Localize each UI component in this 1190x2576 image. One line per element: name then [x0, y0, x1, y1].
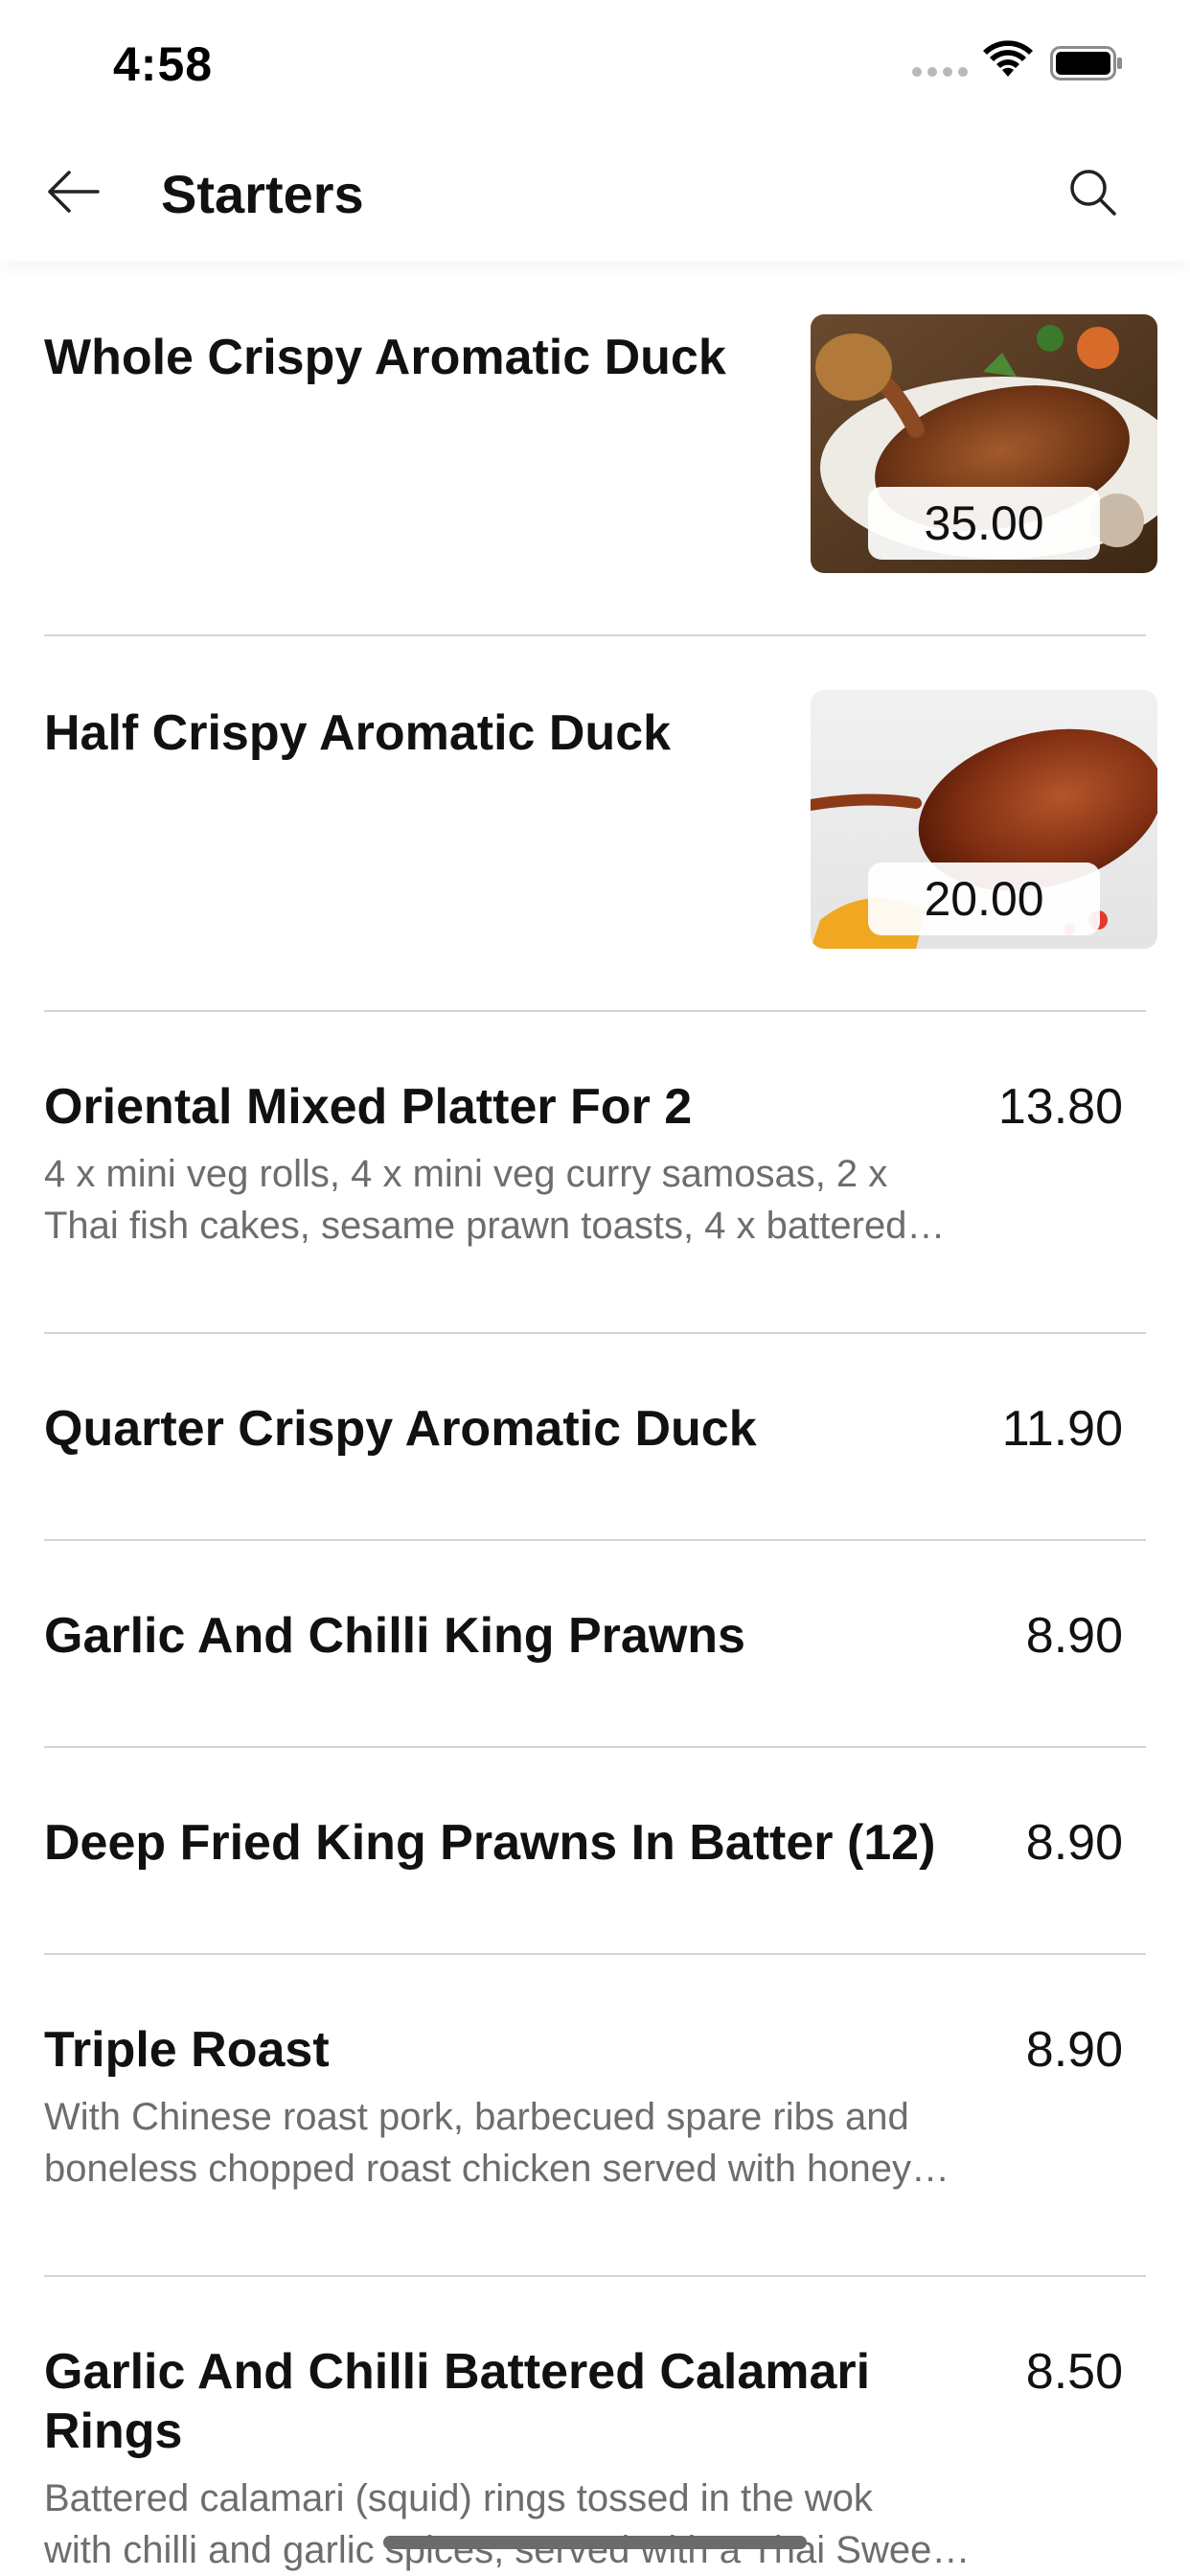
menu-item[interactable]: Garlic And Chilli King Prawns 8.90 — [44, 1541, 1146, 1748]
item-description: 4 x mini veg rolls, 4 x mini veg curry s… — [44, 1153, 946, 1247]
nav-bar: Starters — [0, 126, 1190, 261]
item-image: 35.00 — [811, 314, 1157, 573]
menu-list: Whole Crispy Aromatic Duck 35.00 Half Cr… — [0, 261, 1190, 2576]
item-price: 13.80 — [997, 1079, 1123, 1135]
item-name: Triple Roast — [44, 2022, 330, 2078]
item-price: 11.90 — [1001, 1401, 1123, 1457]
menu-item[interactable]: Whole Crispy Aromatic Duck 35.00 — [44, 261, 1157, 636]
price-badge: 20.00 — [868, 862, 1100, 935]
item-name: Garlic And Chilli Battered Calamari Ring… — [44, 2344, 871, 2459]
menu-item[interactable]: Garlic And Chilli Battered Calamari Ring… — [44, 2277, 1146, 2576]
item-description: With Chinese roast pork, barbecued spare… — [44, 2096, 950, 2190]
home-indicator[interactable] — [383, 2536, 807, 2549]
item-name: Quarter Crispy Aromatic Duck — [44, 1401, 757, 1457]
cellular-signal-icon — [912, 67, 968, 77]
search-button[interactable] — [1058, 157, 1127, 226]
item-price: 8.90 — [1025, 1608, 1123, 1664]
back-button[interactable] — [38, 157, 107, 226]
item-price: 8.50 — [1025, 2344, 1123, 2400]
item-name: Half Crispy Aromatic Duck — [44, 705, 672, 761]
price-badge: 35.00 — [868, 487, 1100, 560]
menu-item[interactable]: Triple Roast 8.90 With Chinese roast por… — [44, 1955, 1146, 2277]
wifi-icon — [983, 40, 1033, 77]
item-image: 20.00 — [811, 690, 1157, 949]
arrow-left-icon — [48, 171, 100, 213]
item-name: Oriental Mixed Platter For 2 — [44, 1079, 693, 1135]
menu-item[interactable]: Half Crispy Aromatic Duck 20.00 — [44, 636, 1157, 1012]
item-description: Battered calamari (squid) rings tossed i… — [44, 2477, 971, 2571]
item-name: Whole Crispy Aromatic Duck — [44, 330, 726, 385]
menu-item[interactable]: Quarter Crispy Aromatic Duck 11.90 — [44, 1334, 1146, 1541]
item-price: 8.90 — [1025, 2022, 1123, 2078]
menu-item[interactable]: Oriental Mixed Platter For 2 13.80 4 x m… — [44, 1012, 1146, 1334]
search-icon — [1070, 170, 1116, 216]
item-price: 8.90 — [1025, 1815, 1123, 1871]
menu-item[interactable]: Deep Fried King Prawns In Batter (12) 8.… — [44, 1748, 1146, 1955]
status-bar: 4:58 — [0, 0, 1190, 126]
item-name: Deep Fried King Prawns In Batter (12) — [44, 1815, 936, 1871]
page-title: Starters — [161, 164, 364, 224]
item-name: Garlic And Chilli King Prawns — [44, 1608, 745, 1664]
status-time: 4:58 — [113, 37, 214, 91]
battery-icon — [1050, 46, 1122, 80]
